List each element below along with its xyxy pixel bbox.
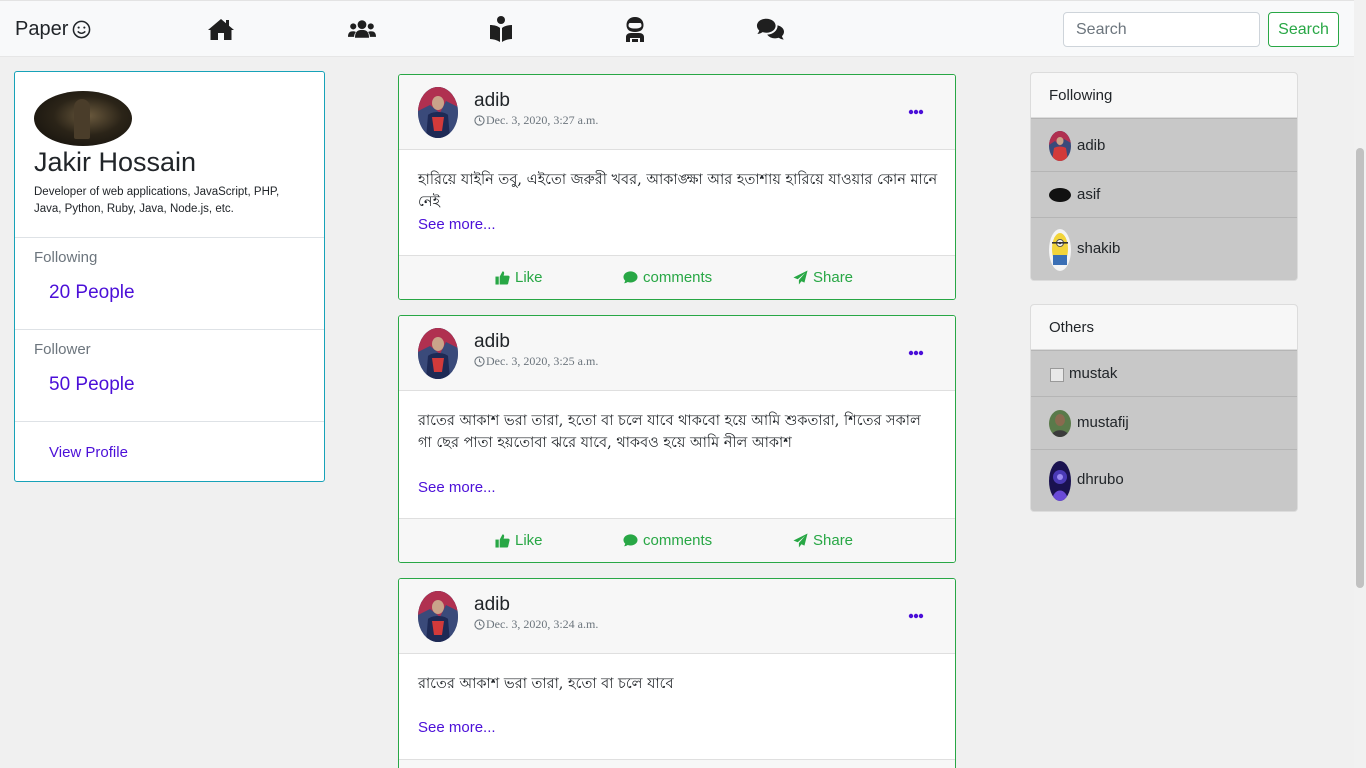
top-navbar: Paper Search — [0, 0, 1354, 57]
author-avatar[interactable] — [418, 328, 458, 379]
share-label: Share — [813, 269, 854, 286]
comments-button[interactable]: comments — [623, 532, 712, 549]
like-label: Like — [515, 269, 543, 286]
paper-plane-icon — [793, 270, 808, 285]
divider — [15, 329, 324, 330]
others-card: Others mustak mustafij dhrubo — [1030, 304, 1298, 512]
post-time-text: Dec. 3, 2020, 3:24 a.m. — [486, 617, 599, 631]
following-card-title: Following — [1031, 73, 1297, 118]
comment-icon — [623, 534, 638, 547]
thumbs-up-icon — [495, 534, 510, 548]
user-name: adib — [1077, 137, 1106, 154]
post-actions: Like comments Share — [399, 518, 955, 562]
post-text: রাতের আকাশ ভরা তারা, হতো বা চলে যাবে — [418, 676, 674, 692]
clock-icon — [474, 356, 485, 367]
post-actions: Like comments Share — [399, 255, 955, 299]
comments-button[interactable]: comments — [623, 269, 712, 286]
post-author[interactable]: adib — [474, 331, 510, 353]
post-card: adib Dec. 3, 2020, 3:25 a.m. রাতের আকাশ … — [398, 315, 956, 563]
following-item-asif[interactable]: asif — [1031, 171, 1297, 217]
share-button[interactable]: Share — [793, 532, 853, 549]
post-card: adib Dec. 3, 2020, 3:27 a.m. হারিয়ে যাই… — [398, 74, 956, 300]
following-label: Following — [34, 249, 98, 266]
user-astronaut-icon[interactable] — [620, 15, 650, 43]
post-author[interactable]: adib — [474, 90, 510, 112]
share-label: Share — [813, 532, 854, 549]
following-count-link[interactable]: 20 People — [49, 282, 135, 304]
see-more-link[interactable]: See more... — [418, 719, 496, 736]
thumbs-up-icon — [495, 271, 510, 285]
profile-card: Jakir Hossain Developer of web applicati… — [14, 71, 325, 482]
view-profile-link[interactable]: View Profile — [49, 444, 128, 461]
following-item-adib[interactable]: adib — [1031, 118, 1297, 171]
post-header: adib Dec. 3, 2020, 3:25 a.m. — [399, 316, 955, 391]
follower-label: Follower — [34, 341, 91, 358]
search-button[interactable]: Search — [1268, 12, 1339, 47]
clock-icon — [474, 619, 485, 630]
post-time-text: Dec. 3, 2020, 3:25 a.m. — [486, 354, 599, 368]
post-timestamp: Dec. 3, 2020, 3:24 a.m. — [474, 617, 598, 632]
author-avatar[interactable] — [418, 87, 458, 138]
others-item-mustafij[interactable]: mustafij — [1031, 396, 1297, 449]
post-header: adib Dec. 3, 2020, 3:24 a.m. — [399, 579, 955, 654]
comments-icon[interactable] — [755, 15, 785, 43]
post-actions — [399, 759, 955, 768]
more-options-icon[interactable] — [908, 350, 924, 356]
others-item-mustak[interactable]: mustak — [1031, 350, 1297, 396]
user-name: mustak — [1069, 365, 1118, 382]
home-icon[interactable] — [206, 15, 236, 43]
clock-icon — [474, 115, 485, 126]
post-timestamp: Dec. 3, 2020, 3:25 a.m. — [474, 354, 598, 369]
like-label: Like — [515, 532, 543, 549]
smile-icon — [73, 20, 91, 39]
profile-avatar — [34, 91, 132, 146]
paper-plane-icon — [793, 533, 808, 548]
comment-icon — [623, 271, 638, 284]
comments-label: comments — [643, 269, 713, 286]
user-name: shakib — [1077, 240, 1121, 257]
post-card: adib Dec. 3, 2020, 3:24 a.m. রাতের আকাশ … — [398, 578, 956, 768]
others-item-dhrubo[interactable]: dhrubo — [1031, 449, 1297, 511]
user-avatar — [1049, 131, 1071, 161]
book-reader-icon[interactable] — [486, 15, 516, 43]
post-text: রাতের আকাশ ভরা তারা, হতো বা চলে যাবে থাক… — [418, 413, 921, 451]
scrollbar-thumb[interactable] — [1356, 148, 1364, 588]
user-avatar — [1049, 410, 1071, 437]
post-timestamp: Dec. 3, 2020, 3:27 a.m. — [474, 113, 598, 128]
see-more-link[interactable]: See more... — [418, 479, 496, 496]
author-avatar[interactable] — [418, 591, 458, 642]
post-text: হারিয়ে যাইনি তবু, এইতো জরুরী খবর, আকাঙ্… — [418, 172, 938, 210]
brand-name: Paper — [15, 18, 69, 40]
post-header: adib Dec. 3, 2020, 3:27 a.m. — [399, 75, 955, 150]
following-item-shakib[interactable]: shakib — [1031, 217, 1297, 280]
post-time-text: Dec. 3, 2020, 3:27 a.m. — [486, 113, 599, 127]
follower-count-link[interactable]: 50 People — [49, 374, 135, 396]
share-button[interactable]: Share — [793, 269, 853, 286]
profile-bio: Developer of web applications, JavaScrip… — [34, 186, 280, 215]
others-card-title: Others — [1031, 305, 1297, 350]
user-avatar — [1049, 461, 1071, 501]
like-button[interactable]: Like — [495, 532, 543, 549]
user-name: mustafij — [1077, 414, 1129, 431]
post-author[interactable]: adib — [474, 594, 510, 616]
users-icon[interactable] — [347, 15, 377, 43]
profile-name: Jakir Hossain — [34, 147, 197, 177]
page-scrollbar[interactable] — [1354, 0, 1366, 768]
search-input[interactable] — [1063, 12, 1260, 47]
divider — [15, 237, 324, 238]
user-avatar — [1049, 188, 1071, 202]
like-button[interactable]: Like — [495, 269, 543, 286]
brand[interactable]: Paper — [15, 18, 91, 41]
see-more-link[interactable]: See more... — [418, 216, 496, 233]
following-card: Following adib asif shakib — [1030, 72, 1298, 281]
more-options-icon[interactable] — [908, 613, 924, 619]
divider — [15, 421, 324, 422]
user-name: asif — [1077, 186, 1101, 203]
more-options-icon[interactable] — [908, 109, 924, 115]
user-avatar — [1049, 229, 1071, 271]
user-name: dhrubo — [1077, 471, 1124, 488]
broken-image-icon — [1050, 368, 1064, 382]
comments-label: comments — [643, 532, 713, 549]
